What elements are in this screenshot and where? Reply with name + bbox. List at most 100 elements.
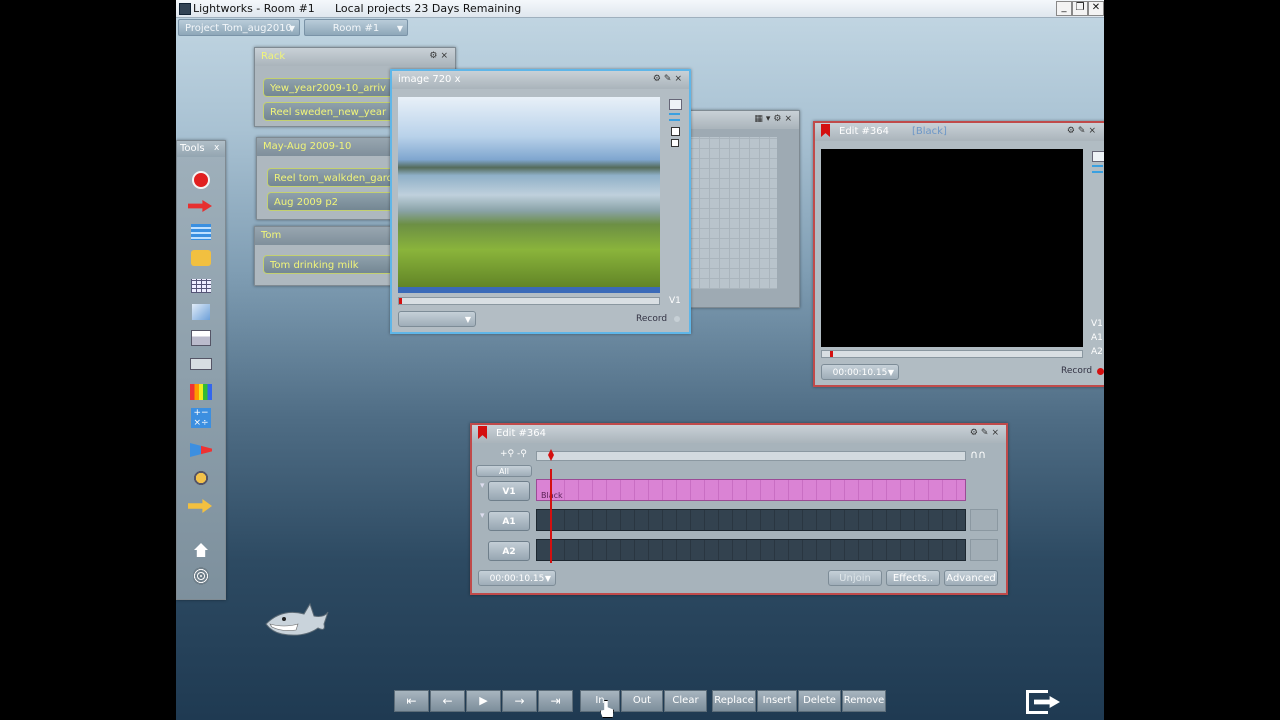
unjoin-button[interactable]: Unjoin <box>828 570 882 586</box>
search-tool-icon[interactable] <box>188 247 214 269</box>
rack-title: Rack <box>261 51 286 62</box>
window-icon[interactable] <box>671 127 680 136</box>
timeline-header[interactable]: Edit #364 ⚙✎⨯ <box>472 425 1006 443</box>
panel-controls[interactable]: ⚙✎⨯ <box>653 74 685 84</box>
colors-tool-icon[interactable] <box>188 381 214 403</box>
project-selector[interactable]: Project Tom_aug2010 ▼ <box>178 19 300 36</box>
fingerprint-tool-icon[interactable] <box>188 565 214 587</box>
playhead-marker[interactable] <box>830 351 833 357</box>
shark-mascot-icon[interactable] <box>264 602 330 638</box>
source-viewer: image 720 x ⚙✎⨯ V1 ▼ Record <box>390 69 691 334</box>
grid-area <box>689 137 777 289</box>
go-to-end-button[interactable]: ⇥ <box>538 690 573 712</box>
tools-panel: Tools x +− ×÷ <box>176 140 226 600</box>
panel-controls[interactable]: ⚙✎⨯ <box>1067 126 1099 136</box>
bin-group-title: May-Aug 2009-10 <box>263 141 352 152</box>
mark-out-button[interactable]: Out <box>621 690 663 712</box>
record-tool-icon[interactable] <box>188 169 214 191</box>
print-tool-icon[interactable] <box>188 327 214 349</box>
record-label: Record <box>1061 366 1093 376</box>
export-tool-icon[interactable] <box>188 495 214 517</box>
panel-controls[interactable]: ⚙⨯ <box>429 51 451 61</box>
track-label-a1[interactable]: A1 <box>488 511 530 531</box>
track-label-v1[interactable]: V1 <box>488 481 530 501</box>
record-timecode-selector[interactable]: 00:00:10.15 ▼ <box>821 364 899 380</box>
zoom-controls-icon[interactable]: +⚲ -⚲ <box>500 449 527 459</box>
record-scrub-bar[interactable] <box>821 350 1083 358</box>
a2-track-slot[interactable] <box>970 539 998 561</box>
mark-in-button[interactable]: In <box>580 690 620 712</box>
go-to-start-button[interactable]: ⇤ <box>394 690 429 712</box>
panel-controls[interactable]: ⚙✎⨯ <box>970 428 1002 438</box>
close-icon[interactable]: x <box>214 143 219 153</box>
timeline-timecode-selector[interactable]: 00:00:10.15 ▼ <box>478 570 556 586</box>
grid-panel: ▦▾⚙⨯ <box>676 110 800 308</box>
effects-button[interactable]: Effects.. <box>886 570 940 586</box>
timeline-title: Edit #364 <box>496 428 547 439</box>
playhead-marker[interactable] <box>399 298 402 304</box>
step-back-button[interactable]: ← <box>430 690 465 712</box>
minimize-button[interactable]: _ <box>1056 1 1072 16</box>
timeline-playhead[interactable] <box>550 469 552 563</box>
tools-header[interactable]: Tools x <box>177 141 225 157</box>
clear-marks-button[interactable]: Clear <box>664 690 707 712</box>
a1-track[interactable] <box>536 509 966 531</box>
track-expand-icon[interactable]: ▾ <box>480 511 485 521</box>
a1-track-slot[interactable] <box>970 509 998 531</box>
table-tool-icon[interactable] <box>188 275 214 297</box>
chevron-down-icon: ▼ <box>544 574 551 583</box>
list-icon[interactable] <box>669 113 680 121</box>
scissors-tool-icon[interactable] <box>188 439 214 461</box>
timeline-ruler[interactable] <box>536 451 966 461</box>
source-scrub-bar[interactable] <box>398 297 660 305</box>
home-tool-icon[interactable] <box>188 539 214 561</box>
step-forward-button[interactable]: → <box>502 690 537 712</box>
insert-button[interactable]: Insert <box>757 690 797 712</box>
record-viewer-header[interactable]: Edit #364 [Black] ⚙✎⨯ <box>815 123 1104 141</box>
delete-button[interactable]: Delete <box>798 690 841 712</box>
remove-button[interactable]: Remove <box>842 690 886 712</box>
title-bar: Lightworks - Room #1 Local projects 23 D… <box>176 0 1104 18</box>
advanced-button[interactable]: Advanced <box>944 570 998 586</box>
folder-icon[interactable] <box>1092 151 1104 162</box>
record-indicator-icon[interactable] <box>1097 368 1104 375</box>
network-tool-icon[interactable] <box>188 467 214 489</box>
all-tracks-button[interactable]: All <box>476 465 532 477</box>
v1-clip[interactable]: Black <box>536 479 966 501</box>
room-selector[interactable]: Room #1 ▼ <box>304 19 408 36</box>
cube-tool-icon[interactable] <box>188 301 214 323</box>
list-icon[interactable] <box>1092 165 1103 173</box>
track-label-a1: A1 <box>1091 333 1103 343</box>
timecode-value: 00:00:10.15 <box>832 368 888 378</box>
room-name: Room #1 <box>332 23 380 34</box>
bins-tool-icon[interactable] <box>188 221 214 243</box>
play-button[interactable]: ▶ <box>466 690 501 712</box>
source-selector[interactable]: ▼ <box>398 311 476 327</box>
chevron-down-icon: ▼ <box>288 24 295 33</box>
import-arrow-icon[interactable] <box>188 195 214 217</box>
track-label-v1: V1 <box>1091 319 1103 329</box>
calculator-tool-icon[interactable]: +− ×÷ <box>188 407 214 429</box>
track-label-a2[interactable]: A2 <box>488 541 530 561</box>
app-icon <box>179 3 191 15</box>
record-indicator-icon[interactable] <box>674 316 680 322</box>
record-video-area <box>821 149 1083 347</box>
source-viewer-header[interactable]: image 720 x ⚙✎⨯ <box>392 71 689 89</box>
window-small-icon[interactable] <box>671 139 679 147</box>
tools-title: Tools <box>180 143 205 154</box>
rack-header[interactable]: Rack ⚙⨯ <box>255 48 455 66</box>
record-viewer-title: Edit #364 <box>839 126 890 137</box>
grid-panel-header[interactable]: ▦▾⚙⨯ <box>677 111 799 129</box>
deck-tool-icon[interactable] <box>188 353 214 375</box>
maximize-button[interactable]: ❐ <box>1072 1 1088 16</box>
bookmark-icon <box>821 124 830 137</box>
replace-button[interactable]: Replace <box>712 690 756 712</box>
a2-track[interactable] <box>536 539 966 561</box>
close-button[interactable]: ✕ <box>1088 1 1104 16</box>
panel-controls[interactable]: ▦▾⚙⨯ <box>754 114 795 124</box>
chevron-down-icon: ▼ <box>887 368 894 377</box>
track-expand-icon[interactable]: ▾ <box>480 481 485 491</box>
folder-icon[interactable] <box>669 99 682 110</box>
link-icon[interactable]: ∩∩ <box>970 448 986 461</box>
exit-icon[interactable] <box>1024 688 1060 716</box>
